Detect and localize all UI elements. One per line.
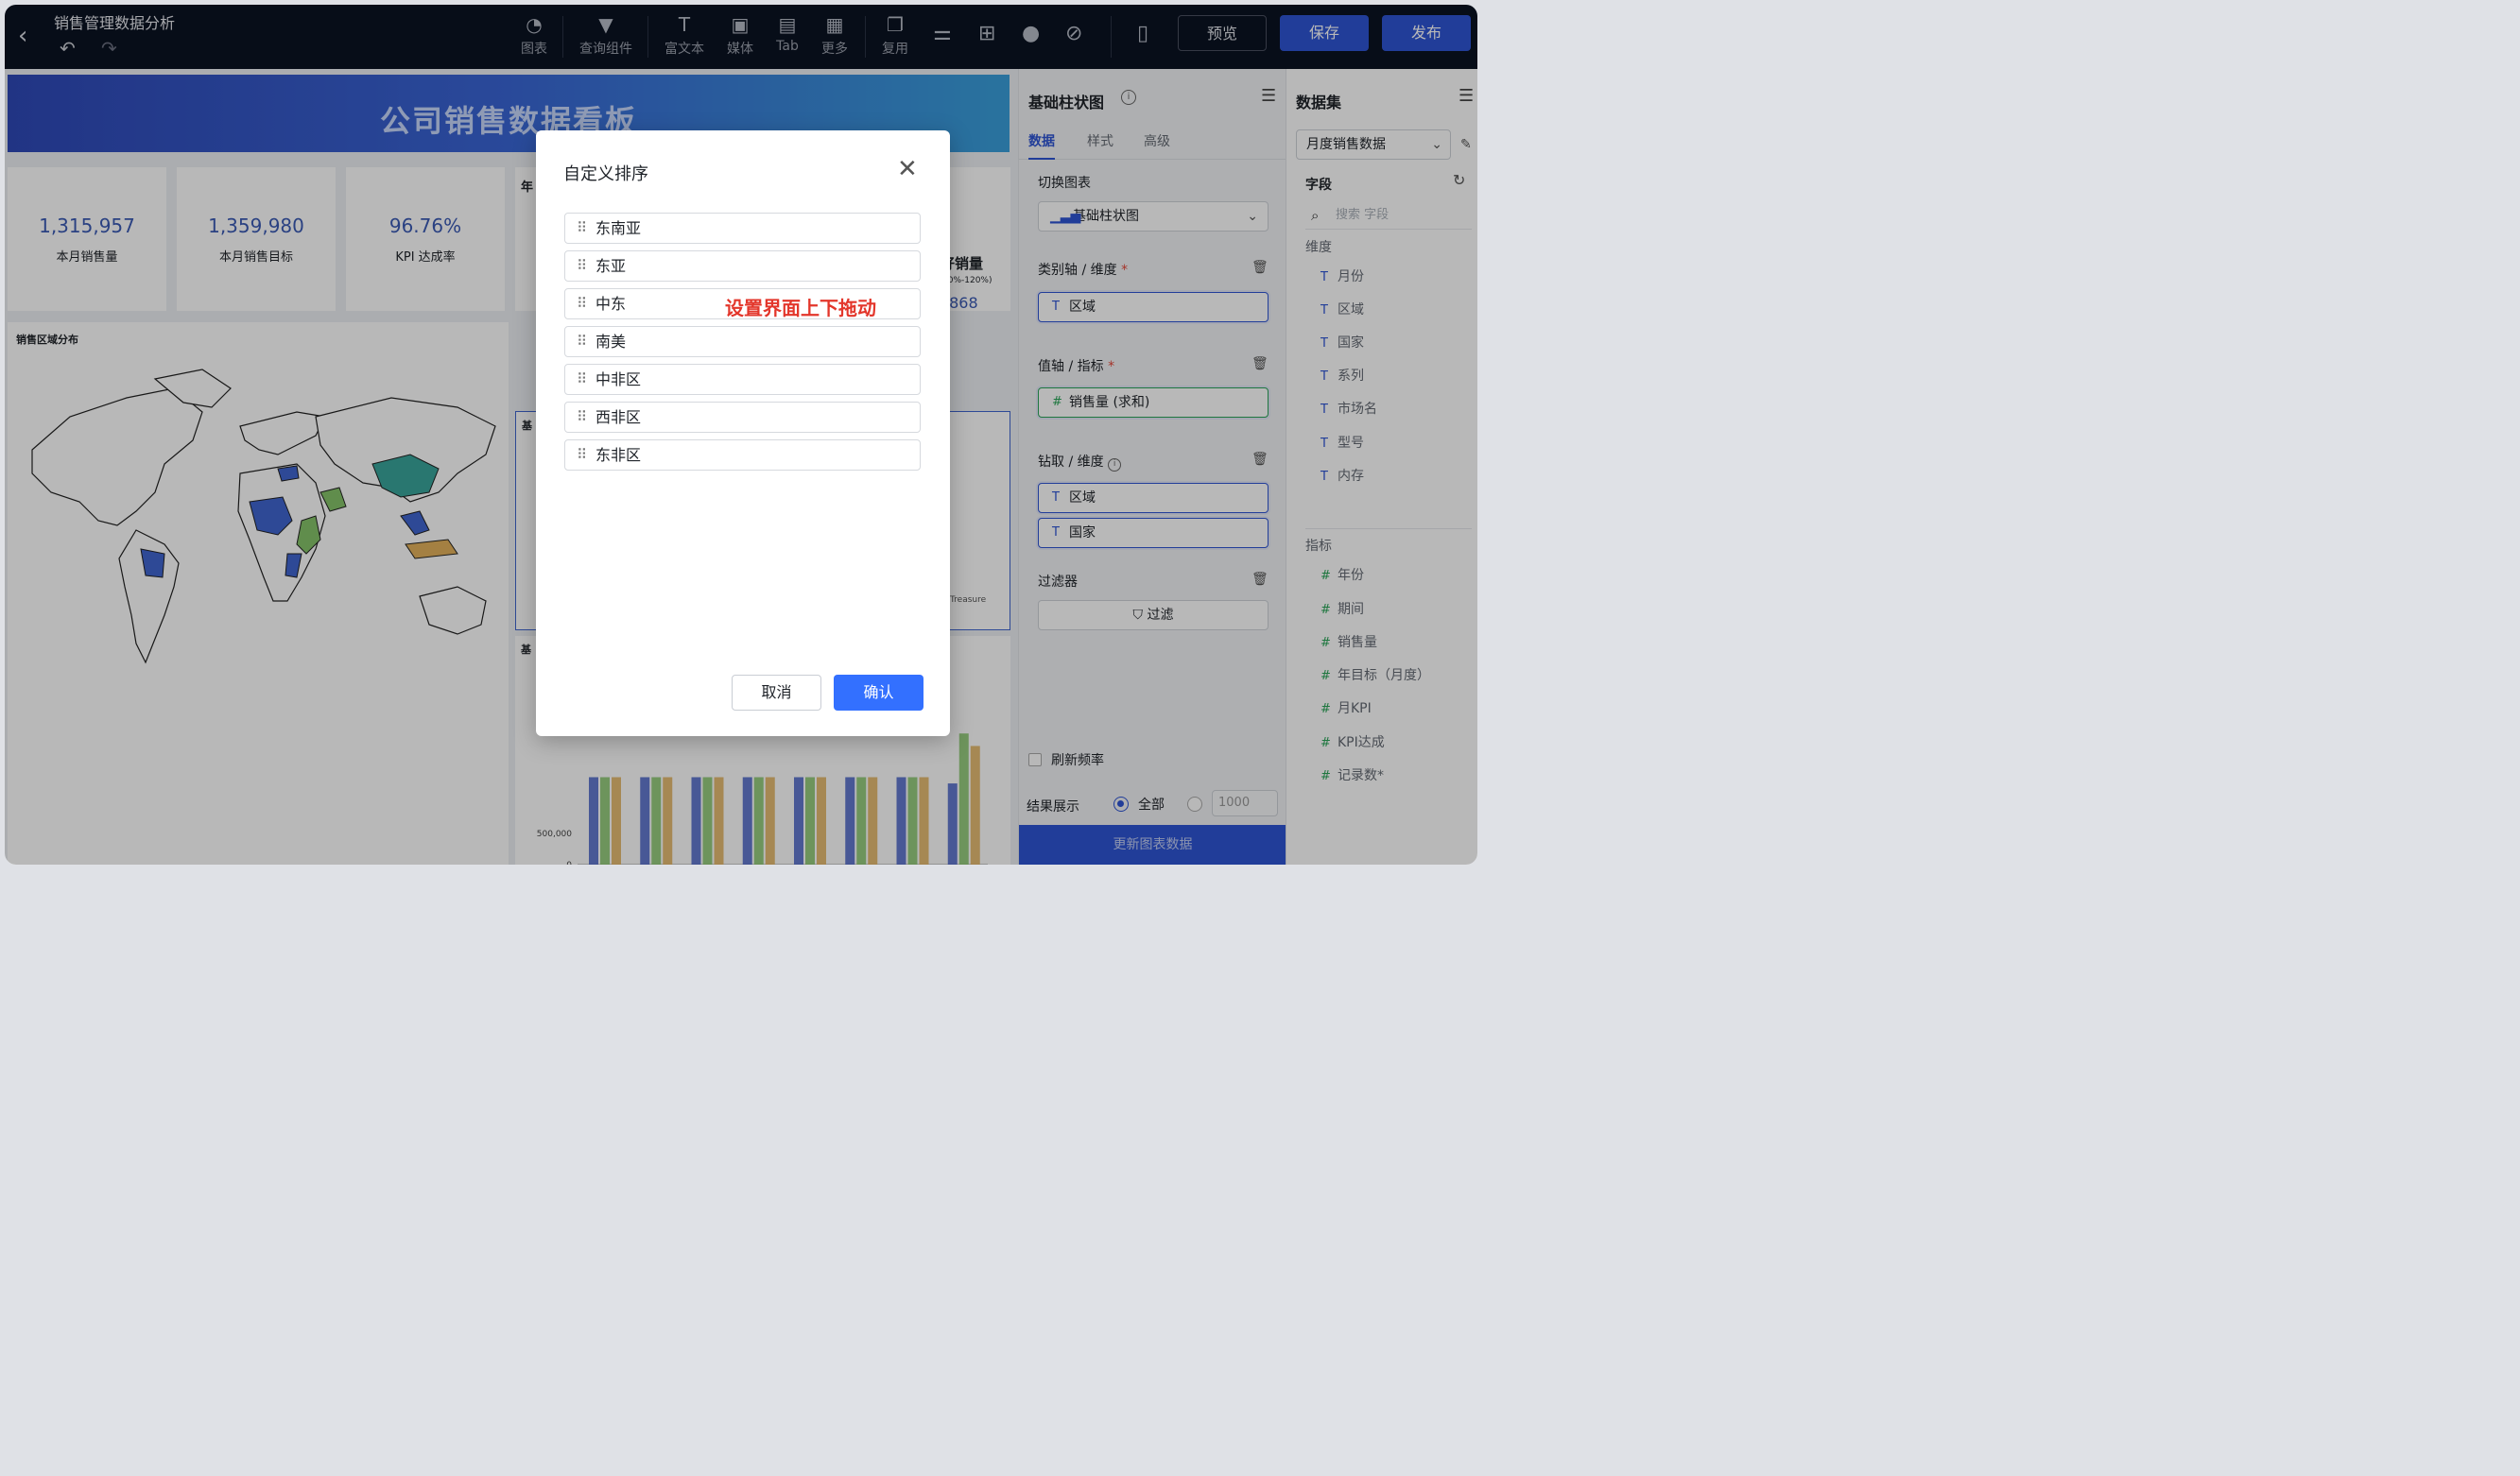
sort-item[interactable]: ⠿ 中非区 [564, 364, 921, 395]
sort-item[interactable]: ⠿ 东非区 [564, 439, 921, 471]
drag-handle-icon[interactable]: ⠿ [577, 327, 587, 356]
sort-item-label: 东非区 [595, 446, 642, 464]
drag-handle-icon[interactable]: ⠿ [577, 403, 587, 432]
sort-item[interactable]: ⠿ 东南亚 [564, 213, 921, 244]
drag-handle-icon[interactable]: ⠿ [577, 214, 587, 243]
sort-item-label: 南美 [595, 333, 627, 351]
sort-item-label: 东亚 [595, 257, 627, 275]
drag-handle-icon[interactable]: ⠿ [577, 365, 587, 394]
sort-item[interactable]: ⠿ 南美 [564, 326, 921, 357]
sort-item[interactable]: ⠿ 东亚 [564, 250, 921, 282]
close-icon[interactable]: ✕ [897, 155, 918, 183]
sort-item-label: 中东 [595, 295, 627, 313]
sort-item-label: 中非区 [595, 370, 642, 388]
drag-handle-icon[interactable]: ⠿ [577, 440, 587, 470]
dialog-title: 自定义排序 [563, 164, 648, 184]
sort-item-label: 东南亚 [595, 219, 642, 237]
drag-handle-icon[interactable]: ⠿ [577, 289, 587, 318]
drag-handle-icon[interactable]: ⠿ [577, 251, 587, 281]
custom-sort-dialog: 自定义排序 ✕ ⠿ 东南亚 ⠿ 东亚 ⠿ 中东 ⠿ 南美 ⠿ 中非区 ⠿ 西非区 ⠿ 东非区 … [536, 130, 950, 736]
sort-item-label: 西非区 [595, 408, 642, 426]
cancel-button[interactable]: 取消 [732, 675, 821, 711]
app-window: ‹ 销售管理数据分析 ↶ ↷ ◔ 图表 ▼ 查询组件 T 富文本 ▣ 媒体 ▤ … [5, 5, 1477, 865]
confirm-button[interactable]: 确认 [834, 675, 923, 711]
sort-item[interactable]: ⠿ 西非区 [564, 402, 921, 433]
drag-hint-annotation: 设置界面上下拖动 [725, 297, 876, 319]
